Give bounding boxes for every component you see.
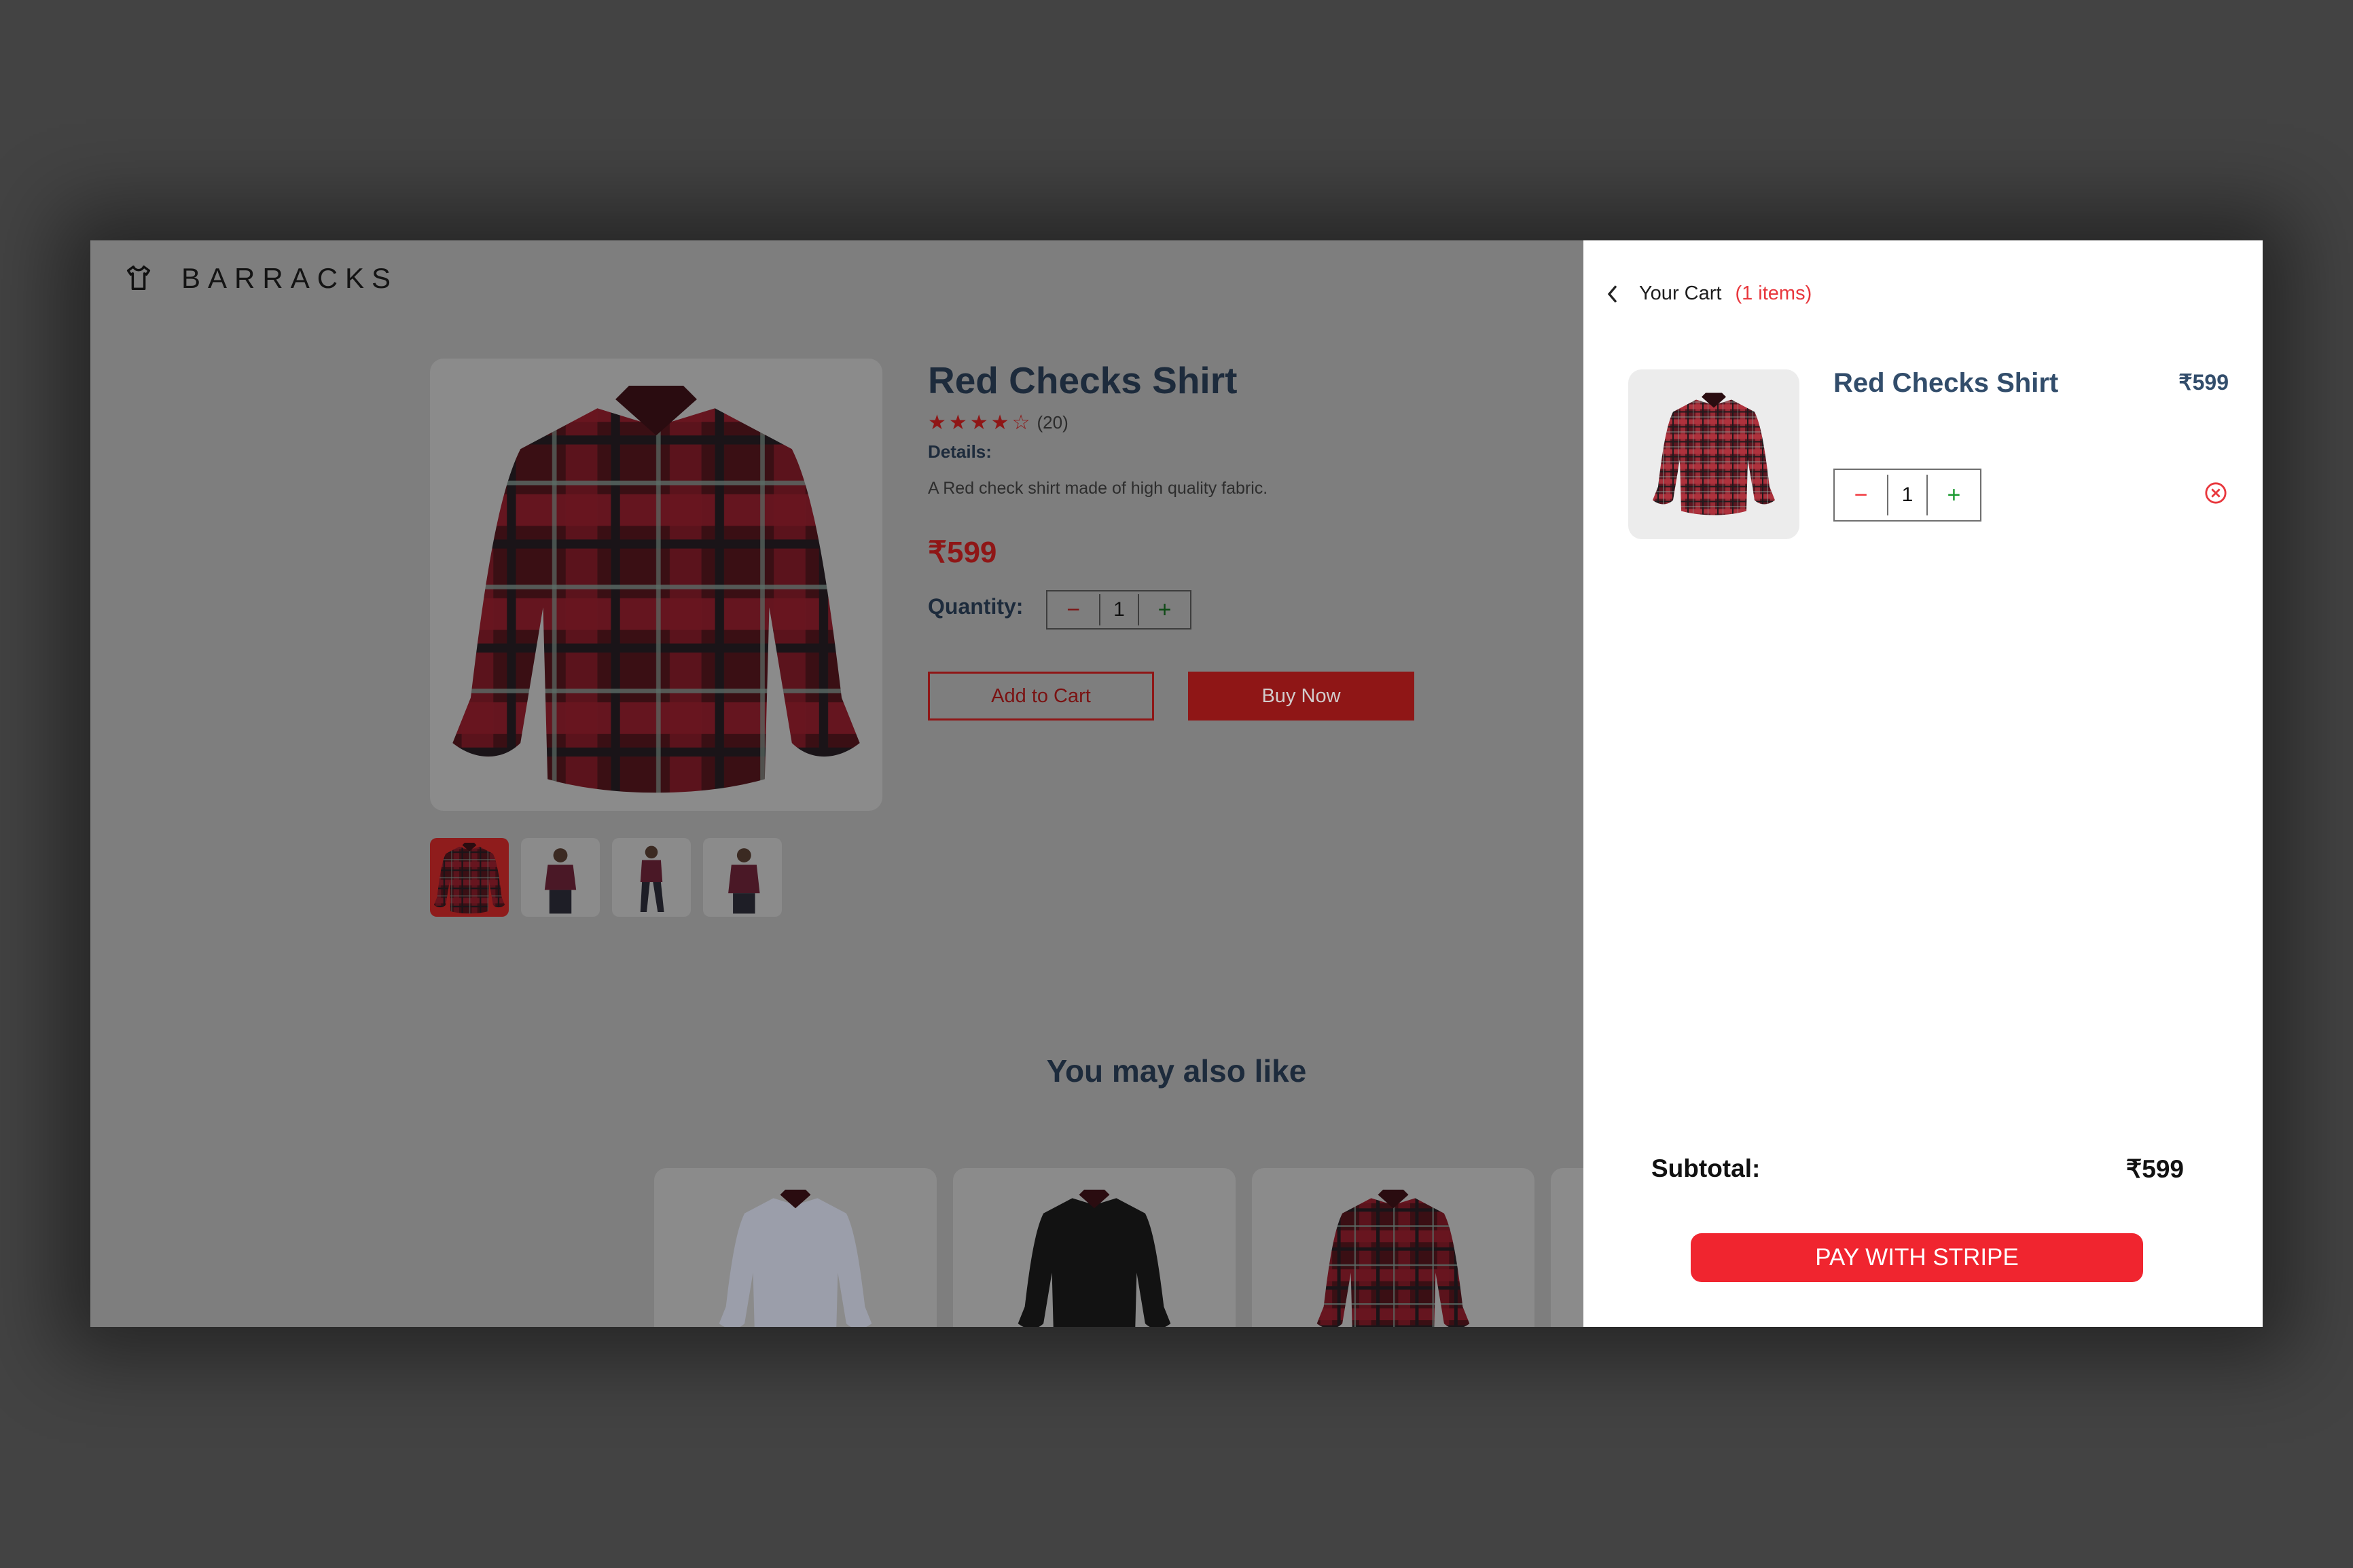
details-text: A Red check shirt made of high quality f… xyxy=(928,479,1268,498)
product-details: Red Checks Shirt ★★★★☆ (20) Details: A R… xyxy=(928,359,1539,721)
brand-name[interactable]: BARRACKS xyxy=(181,262,398,295)
quantity-stepper: − 1 + xyxy=(1046,590,1192,630)
thumbnail-3[interactable] xyxy=(612,838,691,917)
cart-item-price: ₹599 xyxy=(2178,370,2229,395)
cart-increase-button[interactable]: + xyxy=(1928,482,1980,509)
thumbnail-list xyxy=(430,838,782,917)
rating-count: (20) xyxy=(1037,412,1068,433)
cart-item-name: Red Checks Shirt xyxy=(1833,368,2059,398)
recommendation-card[interactable] xyxy=(953,1168,1236,1327)
product-price: ₹599 xyxy=(928,536,997,569)
app-window: BARRACKS Red Checks Shirt ★★★★☆ (20) Det… xyxy=(90,240,2263,1327)
product-rating: ★★★★☆ (20) xyxy=(928,409,1539,436)
recommendation-card[interactable] xyxy=(1551,1168,1583,1327)
recommendations-title: You may also like xyxy=(1046,1053,1307,1089)
recommendation-card[interactable] xyxy=(1252,1168,1534,1327)
thumbnail-2[interactable] xyxy=(521,838,600,917)
subtotal-label: Subtotal: xyxy=(1651,1154,1761,1182)
cart-item-count: (1 items) xyxy=(1735,282,1812,304)
chevron-left-icon[interactable] xyxy=(1605,284,1620,304)
cart-decrease-button[interactable]: − xyxy=(1835,482,1887,509)
cart-item-image xyxy=(1628,369,1799,539)
product-title: Red Checks Shirt xyxy=(928,359,1238,401)
buy-now-button[interactable]: Buy Now xyxy=(1188,672,1414,721)
cart-title: Your Cart xyxy=(1639,282,1722,304)
quantity-row: Quantity: − 1 + xyxy=(928,590,1539,630)
increase-quantity-button[interactable]: + xyxy=(1139,597,1191,623)
tshirt-icon[interactable] xyxy=(123,263,154,294)
cart-header: Your Cart (1 items) xyxy=(1605,282,1812,305)
add-to-cart-button[interactable]: Add to Cart xyxy=(928,672,1154,721)
shirt-image xyxy=(430,359,882,811)
quantity-label: Quantity: xyxy=(928,594,1024,619)
cart-panel: Your Cart (1 items) Red Checks Shirt ₹59… xyxy=(1583,240,2263,1327)
quantity-value: 1 xyxy=(1099,594,1139,625)
thumbnail-1[interactable] xyxy=(430,838,509,917)
cart-quantity-stepper: − 1 + xyxy=(1833,469,1981,522)
decrease-quantity-button[interactable]: − xyxy=(1047,597,1099,623)
cart-quantity-value: 1 xyxy=(1887,475,1928,515)
recommendation-card[interactable] xyxy=(654,1168,937,1327)
action-buttons: Add to Cart Buy Now xyxy=(928,672,1539,721)
subtotal-value: ₹599 xyxy=(2125,1155,2184,1183)
pay-with-stripe-button[interactable]: PAY WITH STRIPE xyxy=(1691,1233,2143,1282)
remove-item-icon[interactable] xyxy=(2204,481,2227,505)
recommendations-list xyxy=(654,1168,1583,1327)
star-rating-icon: ★★★★☆ xyxy=(928,411,1033,434)
details-label: Details: xyxy=(928,441,992,462)
navbar: BARRACKS xyxy=(123,258,398,299)
product-main-image xyxy=(430,359,882,811)
product-page: BARRACKS Red Checks Shirt ★★★★☆ (20) Det… xyxy=(90,240,1583,1327)
thumbnail-4[interactable] xyxy=(703,838,782,917)
